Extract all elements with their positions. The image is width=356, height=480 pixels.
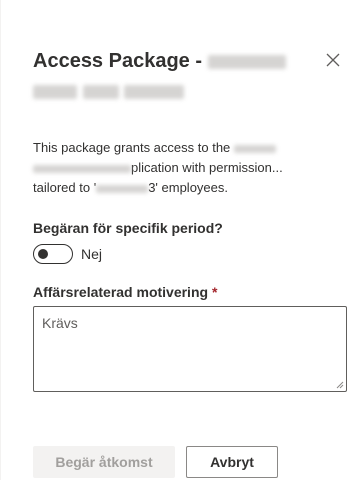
period-toggle[interactable] [33, 244, 73, 264]
package-description: This package grants access to the plicat… [33, 138, 351, 198]
cancel-button[interactable]: Avbryt [186, 446, 278, 478]
justification-textarea[interactable]: Krävs [33, 306, 347, 392]
redacted-text [96, 184, 149, 193]
redacted-text [233, 144, 276, 153]
redacted-text [124, 84, 185, 99]
redacted-text [207, 54, 286, 69]
period-toggle-state: Nej [81, 246, 103, 262]
close-icon[interactable] [323, 50, 343, 70]
redacted-text [82, 84, 119, 99]
justification-label-text: Affärsrelaterad motivering [33, 284, 209, 300]
access-request-panel: Access Package - This package grants acc… [0, 0, 356, 480]
description-text: tailored to ' [33, 180, 97, 195]
description-text: This package grants access to the [33, 140, 234, 155]
justification-label: Affärsrelaterad motivering * [33, 284, 217, 300]
panel-title-prefix: Access Package - [33, 50, 208, 72]
resize-grip-icon[interactable] [336, 381, 344, 389]
period-label: Begäran för specifik period? [33, 220, 223, 236]
redacted-text [33, 164, 131, 173]
period-toggle-row: Nej [33, 244, 102, 264]
description-text: plication with permission... [131, 160, 283, 175]
request-access-button[interactable]: Begär åtkomst [33, 446, 175, 478]
description-text: 3' employees. [148, 180, 228, 195]
panel-header: Access Package - [33, 46, 353, 106]
justification-placeholder: Krävs [42, 315, 78, 331]
required-marker: * [211, 284, 218, 300]
panel-title: Access Package - [33, 46, 313, 106]
toggle-knob [38, 249, 48, 259]
redacted-text [33, 84, 77, 99]
